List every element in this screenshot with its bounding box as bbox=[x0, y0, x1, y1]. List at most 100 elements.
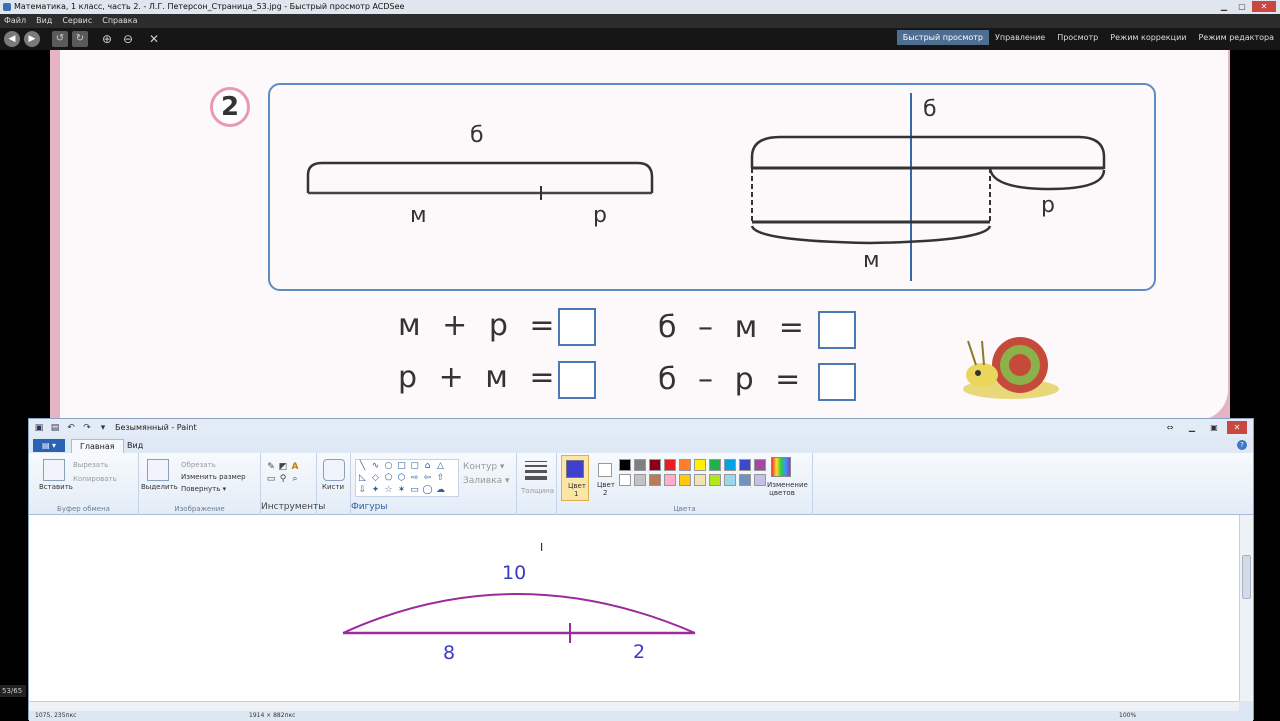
zoom-in-icon[interactable]: ⊕ bbox=[99, 31, 115, 47]
fill-icon[interactable]: ◩ bbox=[277, 461, 289, 473]
answer-box bbox=[818, 311, 856, 349]
undo-icon[interactable]: ↶ bbox=[65, 422, 77, 434]
mode-quick-view[interactable]: Быстрый просмотр bbox=[896, 30, 989, 45]
magnifier-icon[interactable]: ⌕ bbox=[289, 473, 301, 485]
answer-box bbox=[558, 308, 596, 346]
acdsee-menu-bar: Файл Вид Сервис Справка bbox=[0, 14, 1280, 28]
color2-button[interactable]: Цвет 2 bbox=[593, 455, 619, 501]
palette-swatch[interactable] bbox=[754, 459, 766, 471]
shapes-gallery[interactable]: ╲ ∿ ○ □ ▢ ⌂ △ ◺ ◇ ⬠ ⬡ ⇨ ⇦ ⇧ ⇩ ✦ ☆ ✶ ▭ ◯ ☁ bbox=[355, 459, 459, 497]
menu-service[interactable]: Сервис bbox=[62, 14, 92, 28]
crop-button[interactable]: Обрезать bbox=[181, 461, 216, 469]
restore-icon[interactable]: ⇔ bbox=[1161, 421, 1179, 434]
select-icon[interactable] bbox=[147, 459, 169, 481]
zoom-level: 100% bbox=[1119, 712, 1137, 719]
file-menu-button[interactable]: ▤ ▾ bbox=[33, 439, 65, 452]
minimize-icon[interactable]: ▁ bbox=[1183, 421, 1201, 434]
mode-manage[interactable]: Управление bbox=[989, 30, 1051, 45]
text-icon[interactable]: A bbox=[289, 461, 301, 473]
size-icon[interactable] bbox=[525, 461, 547, 480]
palette-swatch[interactable] bbox=[649, 459, 661, 471]
palette-swatch[interactable] bbox=[739, 459, 751, 471]
palette-swatch[interactable] bbox=[634, 459, 646, 471]
mode-edit[interactable]: Режим редактора bbox=[1192, 30, 1280, 45]
edit-colors-button[interactable]: Изменение цветов bbox=[767, 481, 808, 497]
left-label-b: б bbox=[470, 123, 484, 148]
rotate-right-icon[interactable]: ↻ bbox=[72, 31, 88, 47]
minimize-icon[interactable]: ▁ bbox=[1216, 1, 1232, 12]
shapes-group: ╲ ∿ ○ □ ▢ ⌂ △ ◺ ◇ ⬠ ⬡ ⇨ ⇦ ⇧ ⇩ ✦ ☆ ✶ ▭ ◯ ☁ Контур ▾ Заливка… bbox=[351, 453, 517, 515]
palette-swatch[interactable] bbox=[679, 474, 691, 486]
close-icon[interactable]: ✕ bbox=[1252, 1, 1276, 12]
paste-icon[interactable] bbox=[43, 459, 65, 481]
color1-button[interactable]: Цвет 1 bbox=[561, 455, 589, 501]
rotate-button[interactable]: Повернуть ▾ bbox=[181, 485, 226, 493]
paint-canvas[interactable]: 10 8 2 I bbox=[29, 515, 1239, 701]
color1-number: 1 bbox=[574, 490, 579, 498]
menu-help[interactable]: Справка bbox=[102, 14, 137, 28]
eraser-icon[interactable]: ▭ bbox=[265, 473, 277, 485]
ribbon-tabs: ▤ ▾ Главная Вид ? bbox=[29, 437, 1253, 453]
fill-button[interactable]: Заливка ▾ bbox=[463, 475, 510, 487]
right-label-b: б bbox=[923, 97, 937, 122]
brushes-group: Кисти bbox=[317, 453, 351, 515]
menu-file[interactable]: Файл bbox=[4, 14, 26, 28]
mode-view[interactable]: Просмотр bbox=[1051, 30, 1104, 45]
mode-develop[interactable]: Режим коррекции bbox=[1104, 30, 1192, 45]
cut-button[interactable]: Вырезать bbox=[73, 461, 108, 469]
resize-button[interactable]: Изменить размер bbox=[181, 473, 246, 481]
pencil-icon[interactable]: ✎ bbox=[265, 461, 277, 473]
quick-access-dropdown-icon[interactable]: ▾ bbox=[97, 422, 109, 434]
menu-view[interactable]: Вид bbox=[36, 14, 52, 28]
zoom-out-icon[interactable]: ⊖ bbox=[120, 31, 136, 47]
copy-button[interactable]: Копировать bbox=[73, 475, 117, 483]
equation-b-minus-r: б – р = bbox=[658, 362, 807, 397]
text-cursor-icon: I bbox=[540, 541, 544, 554]
tab-view[interactable]: Вид bbox=[119, 439, 151, 453]
palette-swatch[interactable] bbox=[679, 459, 691, 471]
paste-button[interactable]: Вставить bbox=[39, 483, 73, 491]
tools-label: Инструменты bbox=[261, 502, 326, 512]
maximize-icon[interactable]: ▣ bbox=[1205, 421, 1223, 434]
palette-swatch[interactable] bbox=[724, 459, 736, 471]
drawn-label-right: 2 bbox=[633, 641, 645, 663]
back-icon[interactable]: ◀ bbox=[4, 31, 20, 47]
page-counter: 53/65 bbox=[0, 685, 26, 697]
equation-b-minus-m: б – м = bbox=[658, 310, 810, 345]
scroll-thumb[interactable] bbox=[1242, 555, 1251, 599]
palette-swatch[interactable] bbox=[724, 474, 736, 486]
color-palette bbox=[619, 459, 769, 493]
help-icon[interactable]: ? bbox=[1237, 440, 1247, 450]
brush-icon[interactable] bbox=[323, 459, 345, 481]
drawn-label-total: 10 bbox=[502, 562, 526, 584]
palette-swatch[interactable] bbox=[709, 474, 721, 486]
palette-swatch[interactable] bbox=[754, 474, 766, 486]
tab-home[interactable]: Главная bbox=[71, 439, 124, 453]
palette-swatch[interactable] bbox=[649, 474, 661, 486]
size-button[interactable]: Толщина bbox=[521, 487, 554, 495]
save-icon[interactable]: ▤ bbox=[49, 422, 61, 434]
redo-icon[interactable]: ↷ bbox=[81, 422, 93, 434]
close-icon[interactable]: ✕ bbox=[1227, 421, 1247, 434]
palette-swatch[interactable] bbox=[664, 474, 676, 486]
color-picker-icon[interactable]: ⚲ bbox=[277, 473, 289, 485]
edit-colors-icon[interactable] bbox=[771, 457, 791, 477]
palette-swatch[interactable] bbox=[619, 459, 631, 471]
palette-swatch[interactable] bbox=[694, 459, 706, 471]
outline-button[interactable]: Контур ▾ bbox=[463, 461, 504, 473]
forward-icon[interactable]: ▶ bbox=[24, 31, 40, 47]
palette-swatch[interactable] bbox=[664, 459, 676, 471]
palette-swatch[interactable] bbox=[634, 474, 646, 486]
palette-swatch[interactable] bbox=[619, 474, 631, 486]
palette-swatch[interactable] bbox=[694, 474, 706, 486]
horizontal-scrollbar[interactable] bbox=[29, 701, 1239, 711]
select-button[interactable]: Выделить bbox=[141, 483, 178, 491]
brushes-button[interactable]: Кисти bbox=[322, 483, 344, 491]
cursor-position: 1075, 235пкс bbox=[35, 712, 77, 719]
vertical-scrollbar[interactable] bbox=[1239, 515, 1253, 701]
palette-swatch[interactable] bbox=[709, 459, 721, 471]
rotate-left-icon[interactable]: ↺ bbox=[52, 31, 68, 47]
maximize-icon[interactable]: ▢ bbox=[1234, 1, 1250, 12]
close-viewer-icon[interactable]: ✕ bbox=[146, 31, 162, 47]
palette-swatch[interactable] bbox=[739, 474, 751, 486]
